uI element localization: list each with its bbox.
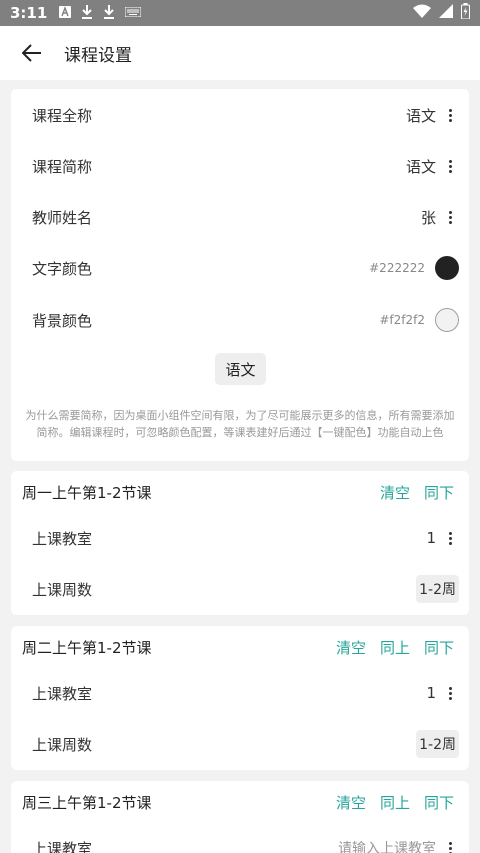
time-section-card: 周二上午第1-2节课 清空 同上 同下 上课教室 1 上课周数 1-2周 bbox=[11, 626, 469, 770]
signal-icon bbox=[439, 4, 453, 22]
clear-button[interactable]: 清空 bbox=[336, 637, 366, 658]
copy-up-button[interactable]: 同上 bbox=[380, 792, 410, 813]
notification-a-icon bbox=[59, 6, 72, 20]
section-title: 周二上午第1-2节课 bbox=[22, 638, 152, 657]
more-vert-icon[interactable] bbox=[436, 679, 464, 707]
copy-down-button[interactable]: 同下 bbox=[424, 637, 454, 658]
weeks-label: 上课周数 bbox=[32, 735, 93, 754]
text-color-swatch[interactable] bbox=[435, 256, 459, 280]
teacher-value: 张 bbox=[420, 208, 436, 227]
text-color-row[interactable]: 文字颜色 #222222 bbox=[11, 243, 469, 293]
classroom-value: 1 bbox=[426, 529, 436, 547]
more-vert-icon[interactable] bbox=[436, 834, 464, 853]
copy-down-button[interactable]: 同下 bbox=[424, 482, 454, 503]
full-name-label: 课程全称 bbox=[32, 106, 93, 125]
arrow-back-icon bbox=[22, 44, 41, 62]
more-vert-icon[interactable] bbox=[436, 101, 464, 129]
classroom-label: 上课教室 bbox=[32, 684, 93, 703]
copy-up-button[interactable]: 同上 bbox=[380, 637, 410, 658]
classroom-input[interactable]: 请输入上课教室 bbox=[338, 838, 436, 853]
section-header: 周一上午第1-2节课 清空 同下 bbox=[11, 471, 469, 513]
classroom-row[interactable]: 上课教室 请输入上课教室 bbox=[11, 823, 469, 853]
short-name-row[interactable]: 课程简称 语文 bbox=[11, 141, 469, 191]
status-time: 3:11 bbox=[10, 4, 48, 22]
bg-color-row[interactable]: 背景颜色 #f2f2f2 bbox=[11, 295, 469, 345]
full-name-value: 语文 bbox=[405, 106, 436, 125]
copy-down-button[interactable]: 同下 bbox=[424, 792, 454, 813]
back-button[interactable] bbox=[0, 26, 64, 80]
bg-color-hex: #f2f2f2 bbox=[379, 313, 425, 327]
classroom-row[interactable]: 上课教室 1 bbox=[11, 668, 469, 718]
classroom-label: 上课教室 bbox=[32, 529, 93, 548]
short-name-label: 课程简称 bbox=[32, 157, 93, 176]
weeks-row[interactable]: 上课周数 1-2周 bbox=[11, 719, 469, 769]
course-preview-chip[interactable]: 语文 bbox=[215, 353, 266, 385]
time-section-card: 周一上午第1-2节课 清空 同下 上课教室 1 上课周数 1-2周 bbox=[11, 471, 469, 615]
course-info-card: 课程全称 语文 课程简称 语文 教师姓名 张 文字颜色 #222222 背景颜色… bbox=[11, 89, 469, 461]
wifi-icon bbox=[413, 4, 431, 22]
short-name-hint: 为什么需要简称，因为桌面小组件空间有限，为了尽可能展示更多的信息，所有需要添加简… bbox=[25, 409, 455, 439]
section-title: 周一上午第1-2节课 bbox=[22, 483, 152, 502]
section-header: 周二上午第1-2节课 清空 同上 同下 bbox=[11, 626, 469, 668]
classroom-row[interactable]: 上课教室 1 bbox=[11, 513, 469, 563]
weeks-chip[interactable]: 1-2周 bbox=[416, 575, 459, 603]
clear-button[interactable]: 清空 bbox=[336, 792, 366, 813]
text-color-hex: #222222 bbox=[369, 261, 425, 275]
battery-icon bbox=[461, 3, 470, 23]
classroom-label: 上课教室 bbox=[32, 839, 93, 853]
teacher-label: 教师姓名 bbox=[32, 208, 93, 227]
text-color-label: 文字颜色 bbox=[32, 259, 93, 278]
more-vert-icon[interactable] bbox=[436, 152, 464, 180]
weeks-chip[interactable]: 1-2周 bbox=[416, 730, 459, 758]
full-name-row[interactable]: 课程全称 语文 bbox=[11, 90, 469, 140]
teacher-row[interactable]: 教师姓名 张 bbox=[11, 192, 469, 242]
more-vert-icon[interactable] bbox=[436, 524, 464, 552]
bg-color-swatch[interactable] bbox=[435, 308, 459, 332]
classroom-value: 1 bbox=[426, 684, 436, 702]
keyboard-icon bbox=[124, 6, 142, 19]
time-section-card: 周三上午第1-2节课 清空 同上 同下 上课教室 请输入上课教室 bbox=[11, 781, 469, 853]
section-header: 周三上午第1-2节课 清空 同上 同下 bbox=[11, 781, 469, 823]
status-bar: 3:11 bbox=[0, 0, 480, 26]
download-icon-2 bbox=[103, 5, 115, 21]
more-vert-icon[interactable] bbox=[436, 203, 464, 231]
weeks-row[interactable]: 上课周数 1-2周 bbox=[11, 564, 469, 614]
bg-color-label: 背景颜色 bbox=[32, 311, 93, 330]
clear-button[interactable]: 清空 bbox=[380, 482, 410, 503]
section-title: 周三上午第1-2节课 bbox=[22, 793, 152, 812]
download-icon bbox=[81, 5, 93, 21]
app-bar: 课程设置 bbox=[0, 26, 480, 80]
short-name-value: 语文 bbox=[405, 157, 436, 176]
weeks-label: 上课周数 bbox=[32, 580, 93, 599]
page-title: 课程设置 bbox=[64, 45, 132, 66]
